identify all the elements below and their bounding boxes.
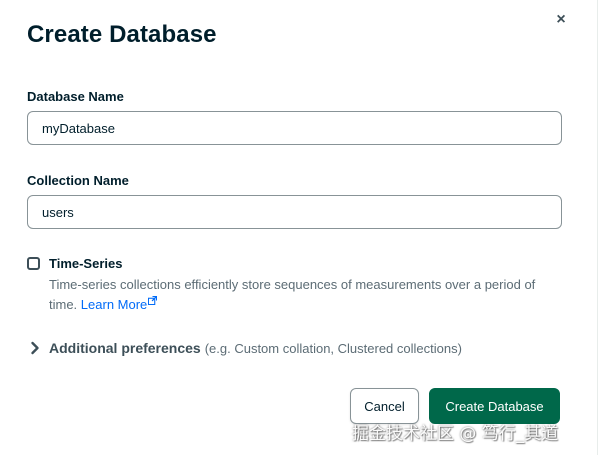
external-link-icon (148, 296, 158, 305)
database-name-input[interactable] (27, 111, 562, 145)
additional-preferences-toggle[interactable]: Additional preferences (e.g. Custom coll… (30, 340, 462, 356)
time-series-checkbox[interactable] (27, 257, 40, 270)
create-database-button[interactable]: Create Database (429, 388, 560, 424)
cancel-button[interactable]: Cancel (350, 388, 419, 424)
time-series-description: Time-series collections efficiently stor… (49, 275, 559, 315)
close-icon[interactable]: × (553, 12, 569, 28)
dialog-title: Create Database (27, 21, 217, 48)
additional-preferences-label: Additional preferences (49, 340, 201, 356)
create-database-dialog: × Create Database Database Name Collecti… (0, 0, 598, 455)
learn-more-link[interactable]: Learn More (80, 296, 158, 312)
chevron-right-icon (31, 341, 39, 355)
collection-name-input[interactable] (27, 195, 562, 229)
learn-more-label: Learn More (80, 297, 148, 312)
collection-name-label: Collection Name (27, 173, 129, 188)
time-series-label: Time-Series (49, 256, 123, 271)
additional-preferences-hint: (e.g. Custom collation, Clustered collec… (204, 340, 462, 356)
time-series-option[interactable]: Time-Series (27, 256, 122, 271)
database-name-label: Database Name (27, 89, 124, 104)
